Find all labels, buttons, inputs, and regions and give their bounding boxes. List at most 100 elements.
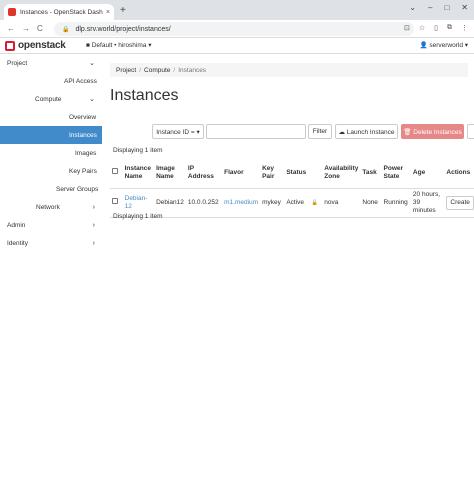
browser-menu-icon[interactable]: ⋮ (461, 24, 468, 32)
openstack-favicon-icon (8, 8, 16, 16)
chevron-right-icon: › (92, 239, 95, 247)
sidebar-item-label: Project (7, 59, 28, 67)
sidebar-item-network[interactable]: Network › (0, 198, 102, 216)
sidebar-item-label: Admin (7, 221, 26, 229)
sidebar-item-label: Overview (69, 113, 97, 121)
sidebar-item-api-access[interactable]: API Access (0, 72, 102, 90)
flavor-link[interactable]: m1.medium (222, 188, 261, 218)
url-text: dlp.srv.world/project/instances/ (75, 25, 171, 33)
minimize-icon[interactable]: – (428, 3, 432, 12)
maximize-icon[interactable]: □ (444, 3, 449, 12)
col-status[interactable]: Status (284, 158, 310, 189)
sidebar-item-label: Images (75, 149, 97, 157)
table-header-row: Instance Name Image Name IP Address Flav… (110, 158, 474, 189)
main-content: Project / Compute / Instances Instances … (102, 54, 474, 484)
new-tab-button[interactable]: + (120, 5, 126, 16)
sidebar-item-label: Network (36, 203, 60, 211)
sidebar-item-label: Key Pairs (69, 167, 97, 175)
url-field[interactable]: 🔒 dlp.srv.world/project/instances/ (54, 22, 414, 36)
sidebar-item-project[interactable]: Project ⌄ (0, 54, 102, 72)
page-title: Instances (110, 87, 179, 104)
sidebar-item-identity[interactable]: Identity › (0, 234, 102, 252)
breadcrumb-project[interactable]: Project (116, 67, 136, 74)
col-age[interactable]: Age (410, 158, 445, 189)
sidebar-item-label: Compute (35, 95, 62, 103)
create-snapshot-button[interactable]: Create (446, 195, 474, 210)
tab-search-icon[interactable]: ⌄ (409, 3, 416, 12)
display-count-bottom: Displaying 1 item (113, 213, 163, 220)
select-all-checkbox[interactable] (112, 168, 118, 175)
browser-tab-bar: Instances - OpenStack Dashboard × + ⌄ – … (0, 0, 474, 20)
sidebar-item-key-pairs[interactable]: Key Pairs (0, 162, 102, 180)
install-icon[interactable]: ⊡ (404, 24, 410, 32)
filter-button[interactable]: Filter (308, 124, 332, 139)
breadcrumb: Project / Compute / Instances (110, 63, 468, 77)
close-tab-icon[interactable]: × (106, 9, 110, 16)
sidebar-item-label: Server Groups (56, 185, 99, 193)
chevron-right-icon: › (92, 203, 95, 211)
sidebar-item-label: Instances (69, 131, 97, 139)
ip-address-cell: 10.0.0.252 (185, 188, 223, 218)
user-menu[interactable]: 👤 serverworld ▾ (419, 41, 468, 49)
col-image-name[interactable]: Image Name (154, 158, 186, 189)
age-cell: 20 hours, 39 minutes (410, 188, 445, 218)
actions-cell: Create (444, 188, 474, 218)
chevron-right-icon: › (92, 221, 95, 229)
sidebar-item-admin[interactable]: Admin › (0, 216, 102, 234)
sidebar: Project ⌄ API Access Compute ⌄ Overview … (0, 54, 102, 484)
breadcrumb-compute[interactable]: Compute (144, 67, 170, 74)
back-icon[interactable]: ← (7, 24, 15, 33)
status-cell: Active (284, 188, 310, 218)
breadcrumb-separator: / (139, 66, 142, 74)
col-flavor[interactable]: Flavor (222, 158, 261, 189)
key-pair-cell: mykey (260, 188, 285, 218)
tab-title: Instances - OpenStack Dashboard (20, 8, 103, 16)
availability-zone-cell: nova (322, 188, 361, 218)
browser-tab[interactable]: Instances - OpenStack Dashboard × (4, 4, 114, 20)
profile-icon[interactable]: ⧉ (447, 24, 452, 32)
bookmark-star-icon[interactable]: ☆ (419, 24, 425, 32)
col-task[interactable]: Task (360, 158, 382, 189)
address-bar-row: ← → C 🔒 dlp.srv.world/project/instances/… (0, 20, 474, 38)
logo-text: openstack (18, 40, 66, 51)
project-selector[interactable]: ■ Default • hiroshima ▾ (86, 41, 151, 49)
sidebar-item-instances[interactable]: Instances (0, 126, 102, 144)
breadcrumb-instances: Instances (178, 66, 207, 74)
openstack-logo[interactable]: openstack (5, 40, 66, 51)
display-count-top: Displaying 1 item (113, 147, 163, 154)
col-availability-zone[interactable]: Availability Zone (322, 158, 361, 189)
table-row: Debian-12 Debian12 10.0.0.252 m1.medium … (110, 188, 474, 218)
sidebar-item-label: API Access (64, 77, 97, 85)
col-key-pair[interactable]: Key Pair (260, 158, 285, 189)
col-actions: Actions (444, 158, 474, 189)
more-actions-button[interactable] (467, 124, 474, 139)
dashboard-header: openstack ■ Default • hiroshima ▾ 👤 serv… (0, 38, 474, 54)
sidebar-item-label: Identity (7, 239, 28, 247)
col-instance-name[interactable]: Instance Name (122, 158, 155, 189)
breadcrumb-separator: / (173, 66, 176, 74)
delete-instances-button[interactable]: 🗑 Delete Instances (401, 124, 464, 139)
sidebar-item-images[interactable]: Images (0, 144, 102, 162)
browser-toolbar-icons: ⊡ ☆ ▯ ⧉ ⋮ (404, 24, 468, 32)
side-panel-icon[interactable]: ▯ (434, 24, 438, 32)
window-controls: ⌄ – □ ✕ (409, 3, 468, 12)
row-checkbox[interactable] (112, 198, 118, 204)
sidebar-item-overview[interactable]: Overview (0, 108, 102, 126)
filter-field-select[interactable]: Instance ID = ▾ (152, 124, 204, 139)
close-window-icon[interactable]: ✕ (461, 3, 468, 12)
col-ip-address[interactable]: IP Address (185, 158, 223, 189)
col-lock (309, 158, 323, 189)
lock-icon[interactable]: 🔒 (62, 26, 69, 33)
sidebar-item-server-groups[interactable]: Server Groups (0, 180, 102, 198)
reload-icon[interactable]: C (37, 24, 43, 33)
col-power-state[interactable]: Power State (381, 158, 411, 189)
task-cell: None (360, 188, 382, 218)
openstack-logo-icon (5, 40, 15, 51)
search-input[interactable] (206, 124, 306, 139)
sidebar-item-compute[interactable]: Compute ⌄ (0, 90, 102, 108)
power-state-cell: Running (381, 188, 411, 218)
launch-instance-button[interactable]: ☁ Launch Instance (335, 124, 398, 139)
chevron-down-icon: ⌄ (89, 60, 95, 67)
forward-icon[interactable]: → (22, 24, 30, 33)
unlock-icon: 🔓 (309, 188, 323, 218)
